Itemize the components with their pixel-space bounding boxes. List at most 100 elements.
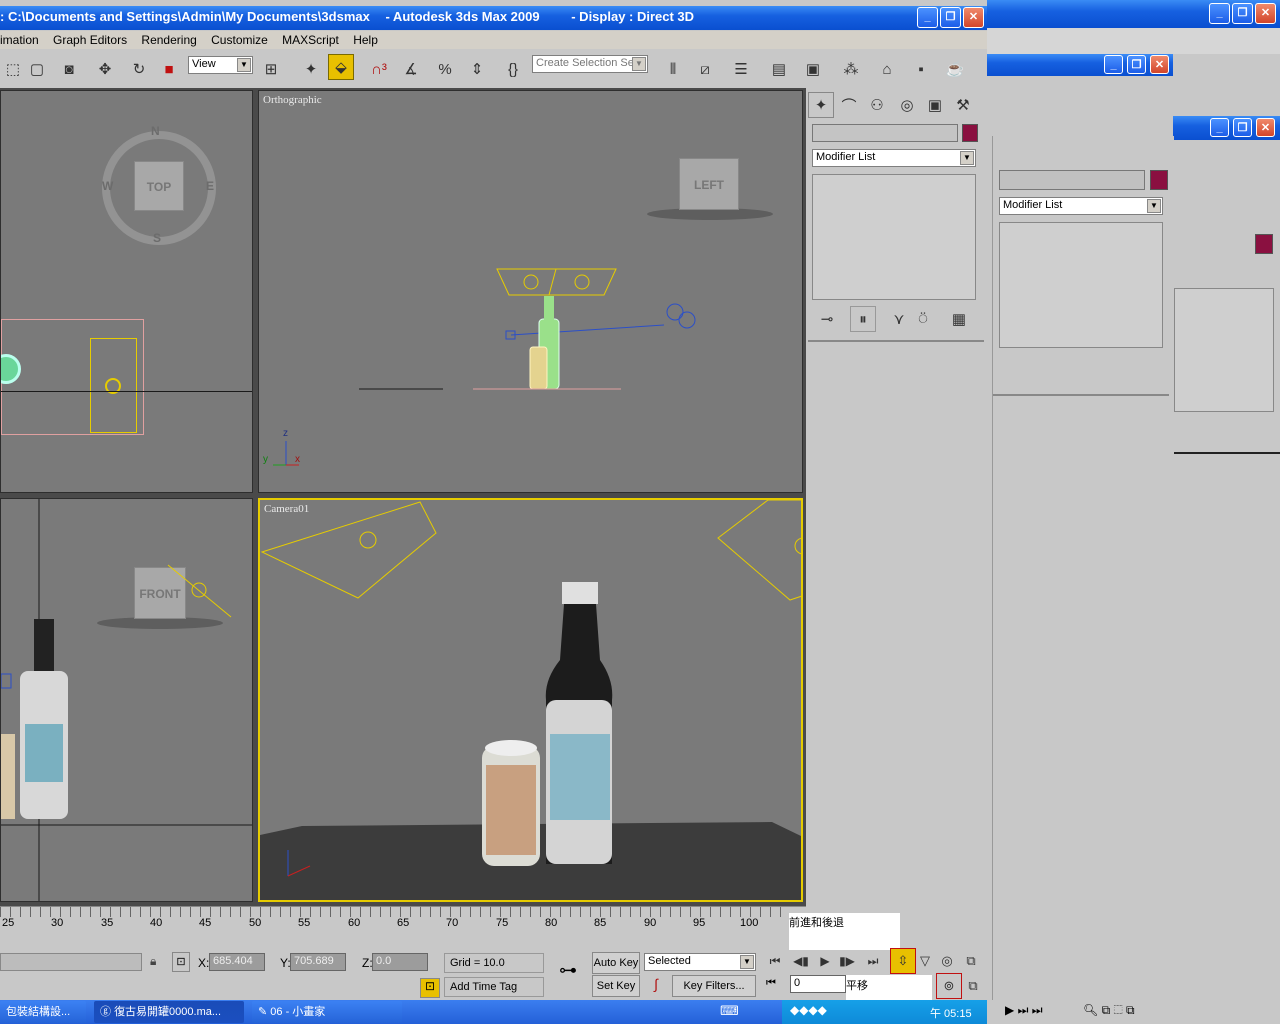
taskbar-item[interactable]: 包裝結構設... <box>0 1001 86 1023</box>
key-mode-icon[interactable]: ⏮ <box>766 977 776 990</box>
render-teapot-icon[interactable]: ☕ <box>942 56 968 82</box>
set-key-button[interactable]: Set Key <box>592 975 640 997</box>
restore-button-3[interactable]: ❐ <box>1233 118 1252 137</box>
restore-button[interactable]: ❐ <box>1232 3 1253 24</box>
taskbar-item[interactable]: ✎ 06 - 小畫家 <box>252 1001 402 1023</box>
material-editor-icon[interactable]: ⁂ <box>838 56 864 82</box>
object-color-swatch-2[interactable] <box>1150 170 1168 190</box>
close-button[interactable]: ✕ <box>1255 3 1276 24</box>
modifier-stack-2[interactable] <box>999 222 1163 348</box>
object-color-swatch[interactable] <box>962 124 978 142</box>
render-setup-icon[interactable]: ⌂ <box>874 56 900 82</box>
close-button-3[interactable]: ✕ <box>1256 118 1275 137</box>
utilities-tab-icon[interactable]: ⚒ <box>950 92 976 118</box>
maximize-button[interactable]: ❐ <box>940 7 961 28</box>
display-tab-icon[interactable]: ▣ <box>922 92 948 118</box>
minimize-button[interactable]: _ <box>1209 3 1230 24</box>
zoom-icon[interactable]: 🔍︎ ⧉ ⬚ ⧉ <box>1083 1003 1135 1018</box>
modify-tab-icon[interactable]: ⌒ <box>836 92 862 118</box>
orbit-subobject-icon[interactable]: ⊚ <box>936 973 962 999</box>
menu-help[interactable]: Help <box>353 33 378 47</box>
modifier-list-dropdown-2[interactable]: Modifier List ▼ <box>999 197 1163 215</box>
tray-icons[interactable]: ◆◆◆◆ <box>790 1003 827 1017</box>
z-coordinate-field[interactable]: 0.0 <box>372 953 428 971</box>
orbit-icon[interactable]: ◎ <box>934 948 960 974</box>
next-frame-icon[interactable]: ▮▶ <box>834 948 860 974</box>
pivot-icon[interactable]: ⊞ <box>258 56 284 82</box>
move-icon[interactable]: ✥ <box>92 56 118 82</box>
snap-3d-icon[interactable]: ∩³ <box>366 56 392 82</box>
lock-icon[interactable]: 🔒︎ <box>150 954 156 969</box>
x-coordinate-field[interactable]: 685.404 <box>209 953 265 971</box>
reference-coord-dropdown[interactable]: View ▼ <box>188 56 253 74</box>
minimize-button-2[interactable]: _ <box>1104 55 1123 74</box>
go-to-end-icon[interactable]: ⏭ <box>860 948 886 974</box>
menu-customize[interactable]: Customize <box>211 33 268 47</box>
mirror-icon[interactable]: ⫴ <box>660 56 686 82</box>
modifier-stack[interactable] <box>812 174 976 300</box>
close-button[interactable]: ✕ <box>963 7 984 28</box>
key-filters-button[interactable]: Key Filters... <box>672 975 756 997</box>
previous-frame-icon[interactable]: ◀▮ <box>788 948 814 974</box>
object-name-field[interactable] <box>812 124 958 142</box>
rendered-frame-icon[interactable]: ▪ <box>908 56 934 82</box>
layer-manager-icon[interactable]: ☰ <box>728 56 754 82</box>
configure-modifier-sets-icon[interactable]: ▦ <box>946 306 972 332</box>
restore-button-2[interactable]: ❐ <box>1127 55 1146 74</box>
menu-animation[interactable]: imation <box>0 33 39 47</box>
spinner-snap-icon[interactable]: ⇕ <box>464 56 490 82</box>
add-time-tag-icon[interactable]: ⊡ <box>420 978 440 998</box>
taskbar-item[interactable]: ⓖ 復古易開罐0000.ma... <box>94 1001 244 1023</box>
key-filter-selection-dropdown[interactable]: Selected ▼ <box>644 953 756 971</box>
modifier-list-dropdown[interactable]: Modifier List ▼ <box>812 149 976 167</box>
viewport-top[interactable]: TOP N W E S <box>0 90 253 493</box>
align-icon[interactable]: ⧄ <box>692 56 718 82</box>
min-max-toggle-icon[interactable]: ⧉ <box>960 973 986 999</box>
y-coordinate-field[interactable]: 705.689 <box>290 953 346 971</box>
rect-select-icon[interactable]: ▢ <box>24 56 50 82</box>
key-icon[interactable]: ⊶ <box>552 960 584 986</box>
select-manipulate-icon[interactable]: ✦ <box>298 56 324 82</box>
maximize-toggle-icon[interactable]: ⧉ <box>958 948 984 974</box>
minimize-button-3[interactable]: _ <box>1210 118 1229 137</box>
percent-snap-icon[interactable]: % <box>432 56 458 82</box>
scale-icon[interactable]: ■ <box>156 56 182 82</box>
make-unique-icon[interactable]: ⋎ <box>886 306 912 332</box>
pin-stack-icon[interactable]: ⊸ <box>814 306 840 332</box>
play-icon[interactable]: ▶ ⏭ ⏭ <box>1005 1003 1043 1018</box>
viewport-front[interactable]: FRONT <box>0 498 253 902</box>
viewport-orthographic[interactable]: Orthographic LEFT z x y <box>258 90 803 493</box>
menu-graph-editors[interactable]: Graph Editors <box>53 33 127 47</box>
current-frame-field[interactable]: 0 <box>790 975 846 993</box>
close-button-2[interactable]: ✕ <box>1150 55 1169 74</box>
add-time-tag[interactable]: Add Time Tag <box>444 977 544 997</box>
chevron-down-icon: ▼ <box>740 955 754 969</box>
absolute-mode-icon[interactable]: ⊡ <box>172 952 190 972</box>
select-region-icon[interactable]: ⬚ <box>0 56 26 82</box>
window-crossing-icon[interactable]: ◙ <box>56 56 82 82</box>
menu-maxscript[interactable]: MAXScript <box>282 33 339 47</box>
name-field-2[interactable] <box>999 170 1145 190</box>
viewport-camera[interactable]: Camera01 <box>258 498 803 902</box>
minimize-button[interactable]: _ <box>917 7 938 28</box>
tray-keyboard-icon[interactable]: ⌨ <box>720 1003 739 1019</box>
hierarchy-tab-icon[interactable]: ⚇ <box>864 92 890 118</box>
create-selection-set-dropdown[interactable]: Create Selection Set ▼ <box>532 55 648 73</box>
auto-key-button[interactable]: Auto Key <box>592 952 640 974</box>
named-selection-icon[interactable]: {} <box>500 56 526 82</box>
curve-editor-icon[interactable]: ▤ <box>766 56 792 82</box>
object-color-swatch-3[interactable] <box>1255 234 1273 254</box>
menu-rendering[interactable]: Rendering <box>141 33 196 47</box>
go-to-start-icon[interactable]: ⏮ <box>762 948 788 974</box>
show-end-result-icon[interactable]: ⏸ <box>850 306 876 332</box>
angle-snap-icon[interactable]: ∡ <box>398 56 424 82</box>
keyboard-shortcut-icon[interactable]: ⬙ <box>328 54 354 80</box>
rotate-icon[interactable]: ↻ <box>126 56 152 82</box>
track-bar[interactable]: 25 30 35 40 45 50 55 60 65 70 75 80 85 9… <box>0 906 806 950</box>
create-tab-icon[interactable]: ✦ <box>808 92 834 118</box>
schematic-view-icon[interactable]: ▣ <box>800 56 826 82</box>
tangent-icon[interactable]: ∫ <box>646 976 666 996</box>
viewcube-top[interactable]: TOP <box>134 161 184 211</box>
remove-modifier-icon[interactable]: ⍥ <box>910 306 936 332</box>
motion-tab-icon[interactable]: ◎ <box>894 92 920 118</box>
